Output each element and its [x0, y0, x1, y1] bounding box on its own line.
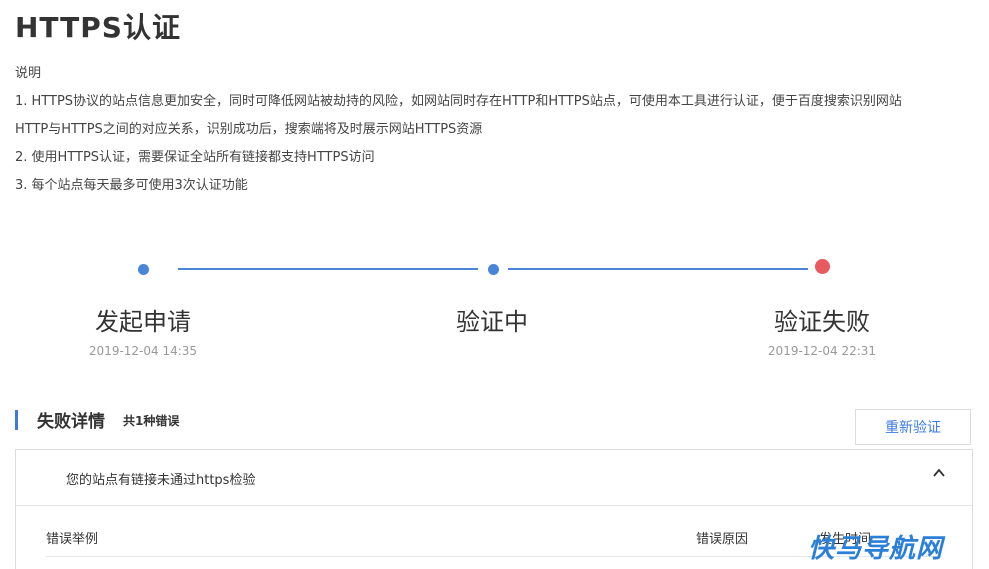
failure-item-text: 您的站点有链接未通过https检验 [66, 473, 256, 488]
description: 说明 1. HTTPS协议的站点信息更加安全，同时可降低网站被劫持的风险，如网站… [15, 60, 902, 200]
step-2-label: 验证中 [456, 308, 528, 336]
chevron-up-icon[interactable] [932, 466, 946, 480]
description-line: 3. 每个站点每天最多可使用3次认证功能 [15, 178, 248, 193]
failure-section-title: 失败详情 [37, 412, 105, 432]
section-accent-bar [15, 410, 18, 430]
step-3-label: 验证失败 [774, 308, 870, 336]
step-1-dot [138, 264, 149, 275]
description-line: HTTP与HTTPS之间的对应关系，识别成功后，搜索端将及时展示网站HTTPS资… [15, 122, 483, 137]
page-title: HTTPS认证 [15, 11, 181, 44]
retry-verify-button[interactable]: 重新验证 [855, 409, 971, 445]
step-1-label: 发起申请 [95, 308, 191, 336]
description-line: 1. HTTPS协议的站点信息更加安全，同时可降低网站被劫持的风险，如网站同时存… [15, 94, 902, 109]
step-1-time: 2019-12-04 14:35 [88, 344, 198, 358]
description-line: 2. 使用HTTPS认证，需要保证全站所有链接都支持HTTPS访问 [15, 150, 375, 165]
step-3-time: 2019-12-04 22:31 [767, 344, 877, 358]
column-header-reason: 错误原因 [696, 532, 749, 547]
description-heading: 说明 [15, 66, 42, 81]
error-count: 共1种错误 [123, 414, 180, 428]
column-header-example: 错误举例 [46, 532, 99, 547]
step-connector-2 [508, 268, 808, 270]
step-3-dot [815, 259, 830, 274]
watermark-logo: 快马导航网 [808, 534, 944, 564]
step-2-dot [488, 264, 499, 275]
progress-steps: 发起申请 2019-12-04 14:35 验证中 验证失败 2019-12-0… [0, 250, 989, 370]
failure-item-header[interactable]: 您的站点有链接未通过https检验 [16, 450, 972, 506]
step-connector-1 [178, 268, 478, 270]
